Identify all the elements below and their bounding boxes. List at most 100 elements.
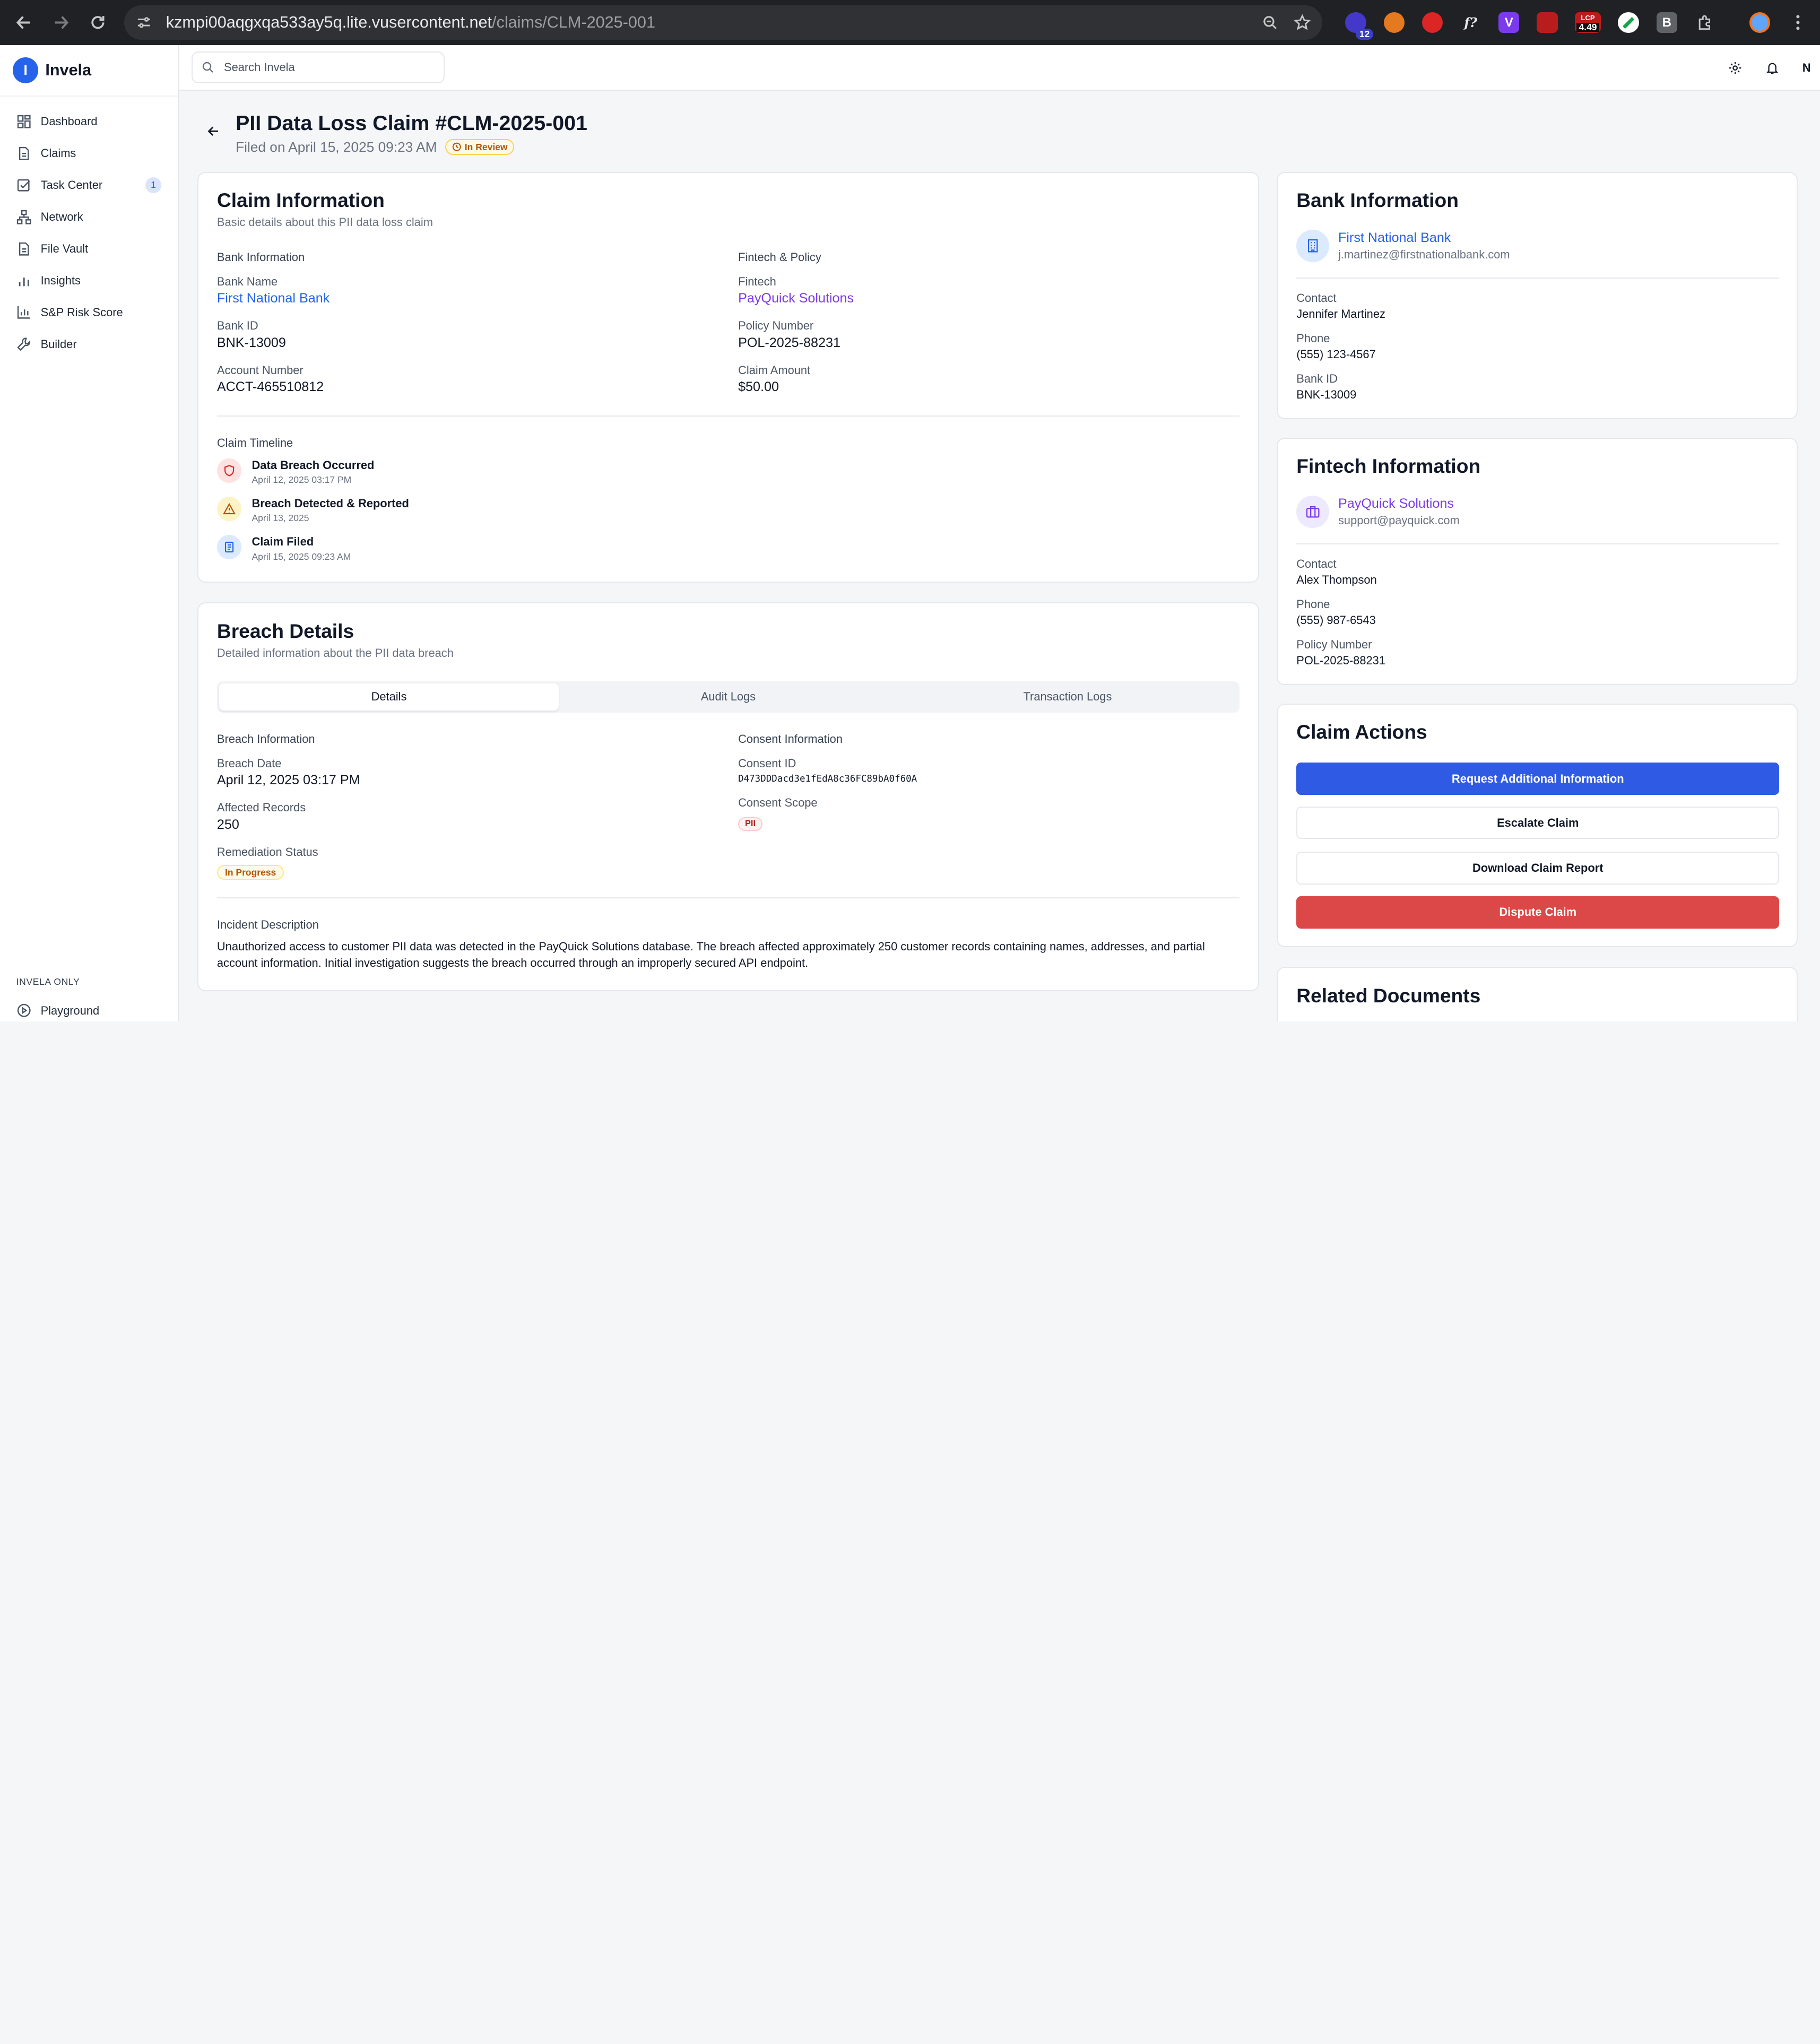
sidebar-item-label: Playground xyxy=(40,1003,100,1017)
fintech-name-link[interactable]: PayQuick Solutions xyxy=(738,291,854,306)
timeline-title: Data Breach Occurred xyxy=(252,458,375,472)
extension-icon[interactable]: B xyxy=(1656,12,1677,33)
extension-icon[interactable]: f? xyxy=(1460,12,1481,33)
more-menu-icon[interactable] xyxy=(1788,12,1808,33)
topbar-actions: N xyxy=(1728,45,1811,90)
field-label: Remediation Status xyxy=(216,845,318,859)
timeline-title: Claim Filed xyxy=(252,535,314,549)
status-badge: In Review xyxy=(445,138,515,155)
sidebar: I Invela Dashboard Claims Task Center 1 xyxy=(0,45,179,1021)
zoom-icon[interactable] xyxy=(1262,14,1278,31)
sidebar-item-file-vault[interactable]: File Vault xyxy=(0,233,178,265)
divider xyxy=(1296,277,1780,279)
policy-number-value: POL-2025-88231 xyxy=(1296,654,1385,668)
fintech-name-link[interactable]: PayQuick Solutions xyxy=(1338,496,1460,512)
bank-name-link[interactable]: First National Bank xyxy=(217,291,330,306)
field-label: Bank ID xyxy=(216,319,258,333)
timeline-title: Breach Detected & Reported xyxy=(252,497,409,510)
tab-transaction-logs[interactable]: Transaction Logs xyxy=(898,683,1237,710)
extension-icon[interactable]: V xyxy=(1498,12,1520,33)
timeline-item: Claim Filed April 15, 2025 09:23 AM xyxy=(216,535,351,562)
card-description: Detailed information about the PII data … xyxy=(216,646,454,660)
bell-icon[interactable] xyxy=(1765,61,1779,75)
field-label: Phone xyxy=(1296,331,1330,345)
breach-date-value: April 12, 2025 03:17 PM xyxy=(216,773,360,788)
section-label: Bank Information xyxy=(216,250,305,264)
sidebar-item-network[interactable]: Network xyxy=(0,201,178,233)
address-bar[interactable]: kzmpi00aqgxqa533ay5q.lite.vusercontent.n… xyxy=(124,5,1322,40)
field-label: Policy Number xyxy=(738,319,814,333)
field-label: Contact xyxy=(1296,557,1337,570)
document-icon xyxy=(216,535,241,560)
brand[interactable]: I Invela xyxy=(0,45,178,97)
field-label: Affected Records xyxy=(216,801,306,815)
filed-date: Filed on April 15, 2025 09:23 AM xyxy=(236,138,437,155)
timeline-date: April 15, 2025 09:23 AM xyxy=(252,551,351,562)
task-count-badge: 1 xyxy=(145,177,162,194)
reload-icon[interactable] xyxy=(85,10,110,36)
contact-value: Jennifer Martinez xyxy=(1296,307,1385,321)
field-label: Bank ID xyxy=(1296,372,1338,385)
card-title: Bank Information xyxy=(1296,189,1459,212)
request-info-button[interactable]: Request Additional Information xyxy=(1296,763,1780,795)
bank-name-link[interactable]: First National Bank xyxy=(1338,230,1510,246)
file-icon xyxy=(19,242,29,256)
search-box[interactable] xyxy=(191,51,445,83)
field-label: Breach Date xyxy=(216,756,282,770)
play-icon xyxy=(17,1004,31,1018)
claim-amount-value: $50.00 xyxy=(738,379,779,395)
status-text: In Review xyxy=(464,141,508,152)
search-input[interactable] xyxy=(224,60,433,74)
extension-icon[interactable] xyxy=(1422,12,1443,33)
sidebar-item-dashboard[interactable]: Dashboard xyxy=(0,106,178,137)
card-description: Basic details about this PII data loss c… xyxy=(216,215,433,229)
sidebar-item-task-center[interactable]: Task Center 1 xyxy=(0,169,178,201)
user-avatar[interactable]: N xyxy=(1802,61,1811,75)
briefcase-icon xyxy=(1296,495,1329,529)
incident-description: Unauthorized access to customer PII data… xyxy=(216,940,1205,969)
section-label: Consent Information xyxy=(738,732,843,746)
extension-icon[interactable] xyxy=(1618,12,1639,33)
gear-icon[interactable] xyxy=(1728,61,1742,75)
tab-details[interactable]: Details xyxy=(219,683,559,711)
claim-actions-card: Claim Actions Request Additional Informa… xyxy=(1277,703,1798,947)
breach-tabs: Details Audit Logs Transaction Logs xyxy=(216,681,1240,713)
back-arrow-icon[interactable] xyxy=(12,10,37,36)
profile-avatar-icon[interactable] xyxy=(1749,12,1770,33)
forward-arrow-icon[interactable] xyxy=(48,10,73,36)
checkbox-icon xyxy=(17,179,30,192)
topbar: N xyxy=(178,45,1820,91)
extension-icon[interactable] xyxy=(1383,12,1405,33)
phone-value: (555) 987-6543 xyxy=(1296,613,1376,627)
bar-chart-icon xyxy=(19,277,29,286)
sidebar-item-builder[interactable]: Builder xyxy=(0,328,178,360)
divider xyxy=(216,415,1240,417)
timeline-date: April 12, 2025 03:17 PM xyxy=(252,474,352,486)
sidebar-item-claims[interactable]: Claims xyxy=(0,137,178,169)
fintech-information-card: Fintech Information PayQuick Solutions s… xyxy=(1277,437,1798,685)
download-report-button[interactable]: Download Claim Report xyxy=(1296,852,1780,885)
section-label: Incident Description xyxy=(216,918,319,932)
section-label: Claim Timeline xyxy=(216,436,293,450)
contact-value: Alex Thompson xyxy=(1296,573,1377,587)
site-settings-icon[interactable] xyxy=(136,14,152,31)
dispute-claim-button[interactable]: Dispute Claim xyxy=(1296,896,1780,929)
bookmark-star-icon[interactable] xyxy=(1294,14,1311,31)
tab-audit-logs[interactable]: Audit Logs xyxy=(559,683,898,710)
sidebar-item-playground[interactable]: Playground xyxy=(0,995,178,1021)
divider xyxy=(1296,543,1780,544)
section-label: Breach Information xyxy=(216,732,315,746)
sidebar-item-label: S&P Risk Score xyxy=(40,305,123,319)
sidebar-item-insights[interactable]: Insights xyxy=(0,265,178,297)
lcp-extension-icon[interactable]: LCP 4.49 xyxy=(1575,12,1601,33)
puzzle-icon[interactable] xyxy=(1695,12,1715,33)
sidebar-item-label: Insights xyxy=(40,273,81,287)
extension-icon[interactable] xyxy=(1537,12,1558,33)
escalate-claim-button[interactable]: Escalate Claim xyxy=(1296,807,1780,839)
url-path: /claims/CLM-2025-001 xyxy=(492,13,655,32)
extension-icon[interactable]: 12 xyxy=(1345,12,1373,40)
back-arrow-icon[interactable] xyxy=(205,123,222,140)
fintech-email: support@payquick.com xyxy=(1338,514,1460,527)
consent-scope-badge: PII xyxy=(738,817,762,831)
sidebar-item-risk-score[interactable]: S&P Risk Score xyxy=(0,297,178,328)
